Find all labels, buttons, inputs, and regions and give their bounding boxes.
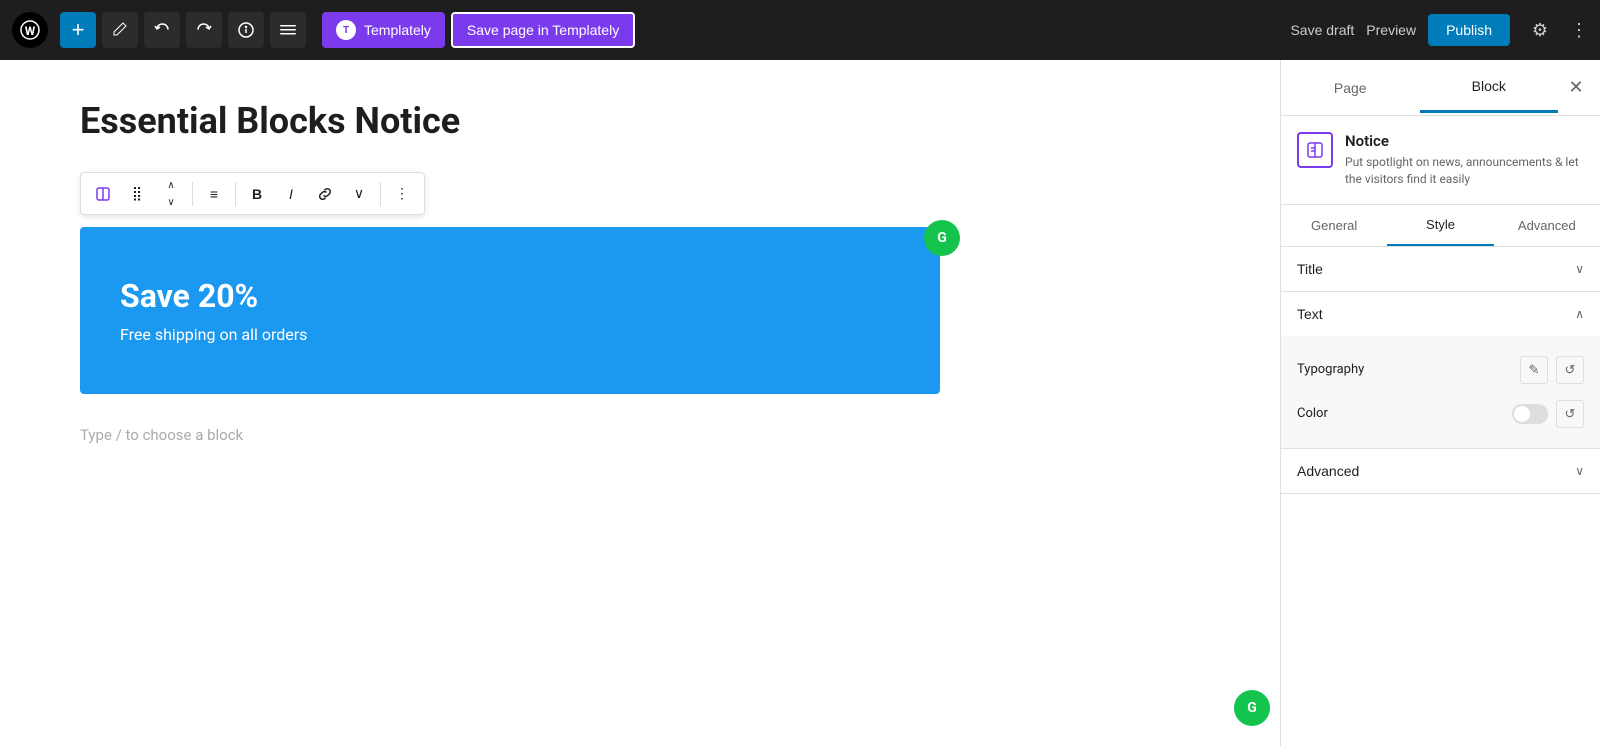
notice-title: Save 20% xyxy=(120,277,900,315)
typography-row: Typography ✎ ↺ xyxy=(1297,348,1584,392)
grammarly-bottom-badge: G xyxy=(1234,690,1270,726)
toolbar-separator-3 xyxy=(380,182,381,206)
style-tab-general[interactable]: General xyxy=(1281,205,1387,246)
title-panel-chevron: ∨ xyxy=(1575,262,1584,276)
title-panel: Title ∨ xyxy=(1281,247,1600,292)
settings-button[interactable]: ⚙ xyxy=(1522,12,1558,48)
typography-actions: ✎ ↺ xyxy=(1520,356,1584,384)
advanced-panel: Advanced ∨ xyxy=(1281,449,1600,494)
redo-button[interactable] xyxy=(186,12,222,48)
sidebar-header: Page Block ✕ xyxy=(1281,60,1600,116)
italic-button[interactable]: I xyxy=(275,178,307,210)
title-panel-toggle[interactable]: Title ∨ xyxy=(1281,247,1600,291)
style-tab-style[interactable]: Style xyxy=(1387,205,1493,246)
style-tab-advanced[interactable]: Advanced xyxy=(1494,205,1600,246)
block-info: Notice Put spotlight on news, announceme… xyxy=(1281,116,1600,205)
menu-button[interactable] xyxy=(270,12,306,48)
typography-edit-button[interactable]: ✎ xyxy=(1520,356,1548,384)
publish-label: Publish xyxy=(1446,22,1492,38)
info-button[interactable] xyxy=(228,12,264,48)
text-panel-content: Typography ✎ ↺ Color ↺ xyxy=(1281,336,1600,448)
type-hint[interactable]: Type / to choose a block xyxy=(80,414,1200,456)
bold-button[interactable]: B xyxy=(241,178,273,210)
move-up-button[interactable]: ∧ xyxy=(155,177,187,193)
typography-reset-button[interactable]: ↺ xyxy=(1556,356,1584,384)
toolbar-separator-1 xyxy=(192,182,193,206)
preview-label: Preview xyxy=(1366,22,1416,38)
typography-label: Typography xyxy=(1297,362,1364,377)
save-draft-label: Save draft xyxy=(1290,22,1354,38)
title-panel-label: Title xyxy=(1297,261,1323,277)
editor-area: Essential Blocks Notice G ⣿ ∧ ∨ ≡ B I ∨ xyxy=(0,60,1280,746)
block-name: Notice xyxy=(1345,132,1584,150)
preview-button[interactable]: Preview xyxy=(1366,22,1416,38)
edit-mode-button[interactable] xyxy=(102,12,138,48)
color-toggle[interactable] xyxy=(1512,404,1548,424)
block-more-menu[interactable]: ⋮ xyxy=(386,178,418,210)
color-reset-button[interactable]: ↺ xyxy=(1556,400,1584,428)
advanced-panel-label: Advanced xyxy=(1297,463,1359,479)
block-info-text: Notice Put spotlight on news, announceme… xyxy=(1345,132,1584,188)
more-block-options[interactable]: ∨ xyxy=(343,178,375,210)
toolbar-separator-2 xyxy=(235,182,236,206)
sidebar-close-button[interactable]: ✕ xyxy=(1558,70,1594,106)
link-button[interactable] xyxy=(309,178,341,210)
notice-subtitle: Free shipping on all orders xyxy=(120,325,900,344)
undo-button[interactable] xyxy=(144,12,180,48)
color-label: Color xyxy=(1297,406,1328,421)
text-panel: Text ∧ Typography ✎ ↺ Color ↺ xyxy=(1281,292,1600,449)
svg-text:W: W xyxy=(25,24,36,38)
tab-page[interactable]: Page xyxy=(1281,64,1420,112)
move-down-button[interactable]: ∨ xyxy=(155,194,187,210)
advanced-panel-chevron: ∨ xyxy=(1575,464,1584,478)
add-block-button[interactable]: + xyxy=(60,12,96,48)
toolbar-right: Save draft Preview Publish ⚙ ⋮ xyxy=(1290,12,1588,48)
text-panel-label: Text xyxy=(1297,306,1323,322)
templately-button[interactable]: T Templately xyxy=(322,12,445,48)
block-type-button[interactable] xyxy=(87,178,119,210)
save-templately-label: Save page in Templately xyxy=(467,22,619,38)
more-options-button[interactable]: ⋮ xyxy=(1570,20,1588,41)
templately-icon: T xyxy=(336,20,356,40)
drag-handle-button[interactable]: ⣿ xyxy=(121,178,153,210)
templately-label: Templately xyxy=(364,22,431,38)
tab-block[interactable]: Block xyxy=(1420,62,1559,113)
block-info-icon xyxy=(1297,132,1333,168)
publish-button[interactable]: Publish xyxy=(1428,14,1510,46)
color-actions: ↺ xyxy=(1512,400,1584,428)
wp-logo: W xyxy=(12,12,48,48)
layout: Essential Blocks Notice G ⣿ ∧ ∨ ≡ B I ∨ xyxy=(0,60,1600,746)
page-title: Essential Blocks Notice xyxy=(80,100,1200,142)
main-toolbar: W + T Templately Save page in Templately… xyxy=(0,0,1600,60)
notice-block: Save 20% Free shipping on all orders xyxy=(80,227,940,394)
align-button[interactable]: ≡ xyxy=(198,178,230,210)
advanced-panel-toggle[interactable]: Advanced ∨ xyxy=(1281,449,1600,493)
right-sidebar: Page Block ✕ Notice Put spotlight on new… xyxy=(1280,60,1600,746)
text-panel-chevron: ∧ xyxy=(1575,307,1584,321)
block-description: Put spotlight on news, announcements & l… xyxy=(1345,154,1584,188)
style-tabs: General Style Advanced xyxy=(1281,205,1600,247)
text-panel-toggle[interactable]: Text ∧ xyxy=(1281,292,1600,336)
grammarly-badge: G xyxy=(924,220,960,256)
save-draft-button[interactable]: Save draft xyxy=(1290,22,1354,38)
save-templately-button[interactable]: Save page in Templately xyxy=(451,12,635,48)
color-row: Color ↺ xyxy=(1297,392,1584,436)
block-toolbar: ⣿ ∧ ∨ ≡ B I ∨ ⋮ xyxy=(80,172,425,215)
